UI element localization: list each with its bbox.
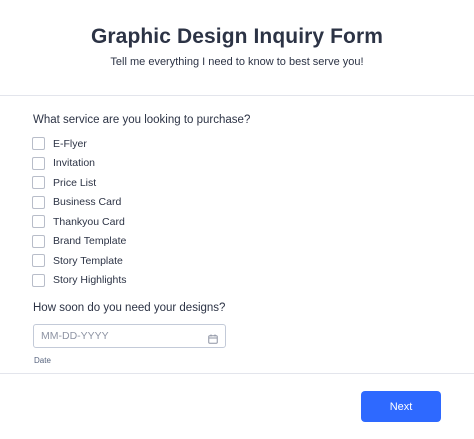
service-checkbox-list: E-Flyer Invitation Price List Business C… [32,134,127,290]
checkbox-label: E-Flyer [53,137,87,150]
checkbox[interactable] [32,254,45,268]
form-page: Graphic Design Inquiry Form Tell me ever… [0,0,474,439]
service-option-story-highlights[interactable]: Story Highlights [32,271,127,291]
form-subtitle: Tell me everything I need to know to bes… [110,56,364,68]
checkbox[interactable] [32,137,45,151]
checkbox[interactable] [32,215,45,229]
service-option-e-flyer[interactable]: E-Flyer [32,134,127,154]
checkbox-label: Invitation [53,157,96,170]
date-input[interactable] [34,325,204,347]
service-option-thankyou-card[interactable]: Thankyou Card [32,212,127,232]
next-button[interactable]: Next [361,391,441,422]
service-question-label: What service are you looking to purchase… [33,114,251,126]
checkbox[interactable] [32,273,45,287]
service-option-business-card[interactable]: Business Card [32,193,127,213]
service-option-story-template[interactable]: Story Template [32,251,127,271]
date-field[interactable] [33,324,226,348]
service-option-invitation[interactable]: Invitation [32,154,127,174]
checkbox-label: Story Template [53,254,123,267]
service-option-brand-template[interactable]: Brand Template [32,232,127,252]
checkbox-label: Price List [53,176,97,189]
checkbox-label: Business Card [53,196,122,209]
date-sublabel: Date [34,356,51,365]
checkbox[interactable] [32,234,45,248]
date-question-label: How soon do you need your designs? [33,302,226,314]
checkbox[interactable] [32,176,45,190]
service-option-price-list[interactable]: Price List [32,173,127,193]
checkbox[interactable] [32,195,45,209]
calendar-icon[interactable] [208,331,218,344]
checkbox[interactable] [32,156,45,170]
form-header: Graphic Design Inquiry Form Tell me ever… [0,0,474,96]
checkbox-label: Thankyou Card [53,215,125,228]
form-title: Graphic Design Inquiry Form [90,25,384,48]
checkbox-label: Story Highlights [53,274,127,287]
checkbox-label: Brand Template [53,235,127,248]
